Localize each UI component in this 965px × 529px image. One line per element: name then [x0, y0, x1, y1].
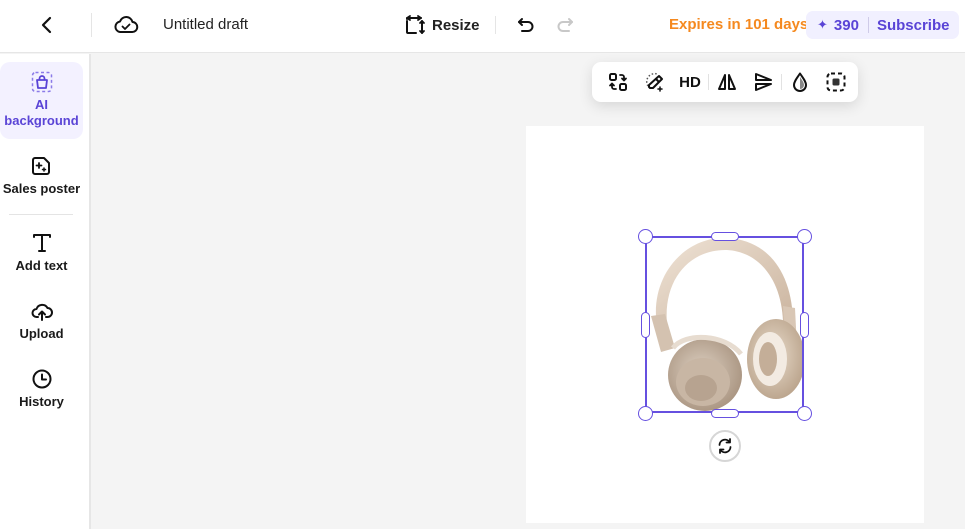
- undo-button[interactable]: [513, 12, 539, 38]
- rotate-handle[interactable]: [709, 430, 741, 462]
- divider: [495, 16, 496, 34]
- sidebar-item-label: background: [4, 113, 79, 128]
- credit-count: 390: [833, 16, 859, 34]
- swap-icon: [609, 73, 627, 91]
- sales-poster-icon: [31, 157, 50, 175]
- hd-upscale-button[interactable]: HD: [672, 67, 708, 97]
- sidebar-item-history[interactable]: History: [0, 368, 83, 410]
- resize-icon: [406, 15, 425, 34]
- ai-background-icon: [31, 71, 52, 93]
- sidebar-item-sales-poster[interactable]: Sales poster: [0, 155, 83, 197]
- replace-button[interactable]: [600, 67, 636, 97]
- history-clock-icon: [32, 369, 51, 389]
- resize-handle-top-left[interactable]: [638, 229, 653, 244]
- resize-handle-bottom[interactable]: [711, 409, 739, 418]
- undo-icon: [518, 18, 534, 32]
- magic-eraser-button[interactable]: [636, 67, 672, 97]
- flip-horizontal-icon: [718, 74, 736, 90]
- resize-label: Resize: [432, 16, 480, 34]
- image-toolbar: HD: [592, 62, 858, 102]
- sidebar-item-label: History: [19, 394, 64, 409]
- chevron-left-icon: [41, 16, 52, 34]
- magic-eraser-icon: [645, 72, 663, 92]
- opacity-drop-icon: [793, 72, 807, 92]
- resize-button[interactable]: Resize: [404, 12, 480, 38]
- document-title[interactable]: Untitled draft: [163, 16, 248, 33]
- sidebar-item-label: Sales poster: [2, 181, 81, 196]
- opacity-button[interactable]: [782, 67, 818, 97]
- top-bar: Untitled draft Resize Expires in 101 day…: [0, 0, 965, 53]
- credits-pill: ✦ 390 Subscribe: [806, 11, 959, 39]
- sidebar-item-label: Upload: [19, 326, 64, 341]
- sidebar-separator: [9, 214, 73, 215]
- sidebar-item-add-text[interactable]: Add text: [0, 232, 83, 274]
- back-button[interactable]: [33, 11, 61, 39]
- subscribe-button[interactable]: Subscribe: [877, 17, 950, 34]
- flip-vertical-button[interactable]: [745, 67, 781, 97]
- resize-handle-top-right[interactable]: [797, 229, 812, 244]
- resize-handle-bottom-left[interactable]: [638, 406, 653, 421]
- sidebar-item-ai-background[interactable]: AI background: [0, 62, 83, 139]
- redo-button[interactable]: [552, 12, 578, 38]
- divider: [91, 13, 92, 37]
- sidebar: AI background Sales poster Add text Uplo…: [0, 54, 91, 529]
- resize-handle-top[interactable]: [711, 232, 739, 241]
- resize-handle-right[interactable]: [800, 312, 809, 338]
- sparkle-icon: ✦: [817, 17, 828, 32]
- resize-handle-left[interactable]: [641, 312, 650, 338]
- flip-vertical-icon: [755, 73, 772, 91]
- redo-icon: [557, 18, 573, 32]
- upload-cloud-icon: [31, 303, 53, 321]
- text-icon: [32, 234, 51, 252]
- expiry-notice: Expires in 101 days: [669, 16, 809, 33]
- flip-horizontal-button[interactable]: [709, 67, 745, 97]
- sidebar-item-label: Add text: [15, 258, 68, 273]
- cutout-select-icon: [826, 72, 846, 92]
- sidebar-item-label: AI: [35, 97, 48, 112]
- divider: [867, 17, 869, 33]
- selection-box: [645, 236, 804, 413]
- cloud-check-icon: [113, 13, 139, 37]
- sidebar-item-upload[interactable]: Upload: [0, 300, 83, 342]
- cutout-button[interactable]: [818, 67, 854, 97]
- resize-handle-bottom-right[interactable]: [797, 406, 812, 421]
- rotate-icon: [718, 438, 732, 454]
